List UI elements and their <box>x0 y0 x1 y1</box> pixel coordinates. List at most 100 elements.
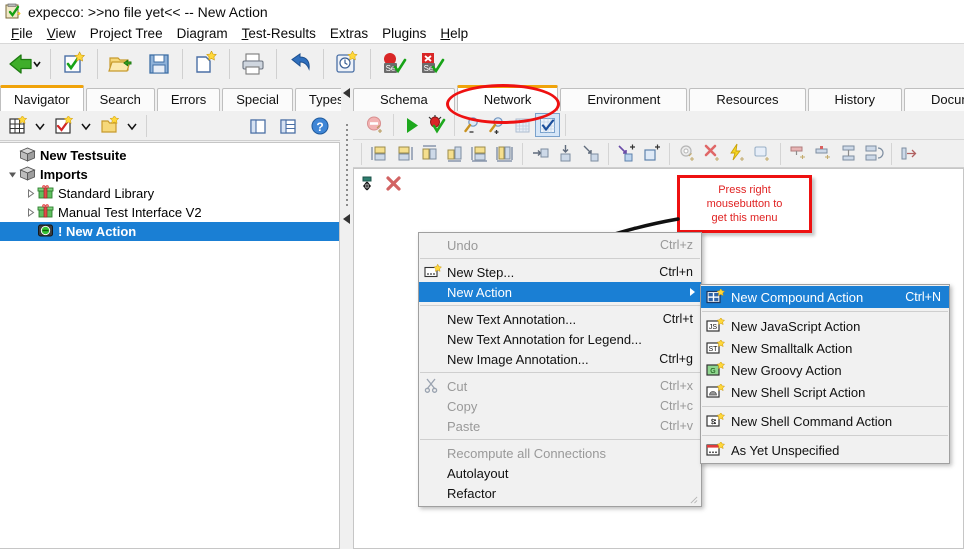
new-testsuite-icon[interactable] <box>6 114 32 138</box>
tab-errors[interactable]: Errors <box>157 88 220 111</box>
menu-item-paste[interactable]: Paste Ctrl+v <box>419 416 701 436</box>
new-testcase-dropdown-icon[interactable] <box>78 114 94 138</box>
menu-item-cut[interactable]: Cut Ctrl+x <box>419 376 701 396</box>
menu-bar[interactable]: File View Project Tree Diagram Test-Resu… <box>0 23 964 43</box>
exit-pin-icon[interactable] <box>897 142 922 166</box>
navigator-tab-strip[interactable]: Navigator Search Errors Special Types <box>0 84 340 111</box>
menu-item-new-shell-command-action[interactable]: $ New Shell Command Action <box>701 410 949 432</box>
stop-disabled-icon[interactable] <box>363 113 388 137</box>
splitter-grip[interactable] <box>346 124 348 209</box>
menu-item-new-image-annotation[interactable]: New Image Annotation... Ctrl+g <box>419 349 701 369</box>
menu-file[interactable]: File <box>4 26 40 41</box>
menu-item-new-text-annotation-legend[interactable]: New Text Annotation for Legend... <box>419 329 701 349</box>
align-top-icon[interactable] <box>367 142 392 166</box>
menu-test-results[interactable]: Test-Results <box>235 26 323 41</box>
window-add-icon[interactable] <box>750 142 775 166</box>
panel-layout-icon[interactable] <box>246 114 270 138</box>
tree-expander-down-icon[interactable] <box>5 165 19 184</box>
menu-plugins[interactable]: Plugins <box>375 26 433 41</box>
grid-disabled-icon[interactable] <box>510 113 535 137</box>
tree-item-manual-test-interface[interactable]: Manual Test Interface V2 <box>0 203 339 222</box>
delete-add-icon[interactable] <box>700 142 725 166</box>
menu-help[interactable]: Help <box>433 26 475 41</box>
tab-history[interactable]: History <box>808 88 902 111</box>
back-arrow-icon[interactable] <box>0 47 46 81</box>
align-right-icon[interactable] <box>442 142 467 166</box>
tree-item-new-testsuite[interactable]: New Testsuite <box>0 146 339 165</box>
tab-navigator[interactable]: Navigator <box>0 85 84 111</box>
zoom-in-icon[interactable] <box>485 113 510 137</box>
new-testsuite-dropdown-icon[interactable] <box>32 114 48 138</box>
tree-expander[interactable] <box>5 146 19 165</box>
selenium-stop-icon[interactable]: Se <box>413 47 451 81</box>
menu-diagram[interactable]: Diagram <box>170 26 235 41</box>
tree-expander-right-icon[interactable] <box>23 203 37 222</box>
grid-check-icon[interactable] <box>535 113 560 137</box>
menu-item-as-yet-unspecified[interactable]: As Yet Unspecified <box>701 439 949 461</box>
new-folder-dropdown-icon[interactable] <box>124 114 140 138</box>
menu-item-new-step[interactable]: New Step... Ctrl+n <box>419 262 701 282</box>
move-corner-icon[interactable] <box>578 142 603 166</box>
help-icon[interactable]: ? <box>308 114 332 138</box>
move-in-icon[interactable] <box>528 142 553 166</box>
tab-environment[interactable]: Environment <box>560 88 687 111</box>
tab-network[interactable]: Network <box>457 85 559 111</box>
menu-item-refactor[interactable]: Refactor <box>419 483 701 503</box>
new-testcase-icon[interactable] <box>52 114 78 138</box>
select-node-icon[interactable] <box>361 175 378 195</box>
align-center-h-icon[interactable] <box>492 142 517 166</box>
new-folder-icon[interactable] <box>98 114 124 138</box>
open-folder-icon[interactable] <box>102 47 140 81</box>
menu-item-new-action[interactable]: New Action <box>419 282 701 302</box>
tab-schema[interactable]: Schema <box>353 88 455 111</box>
menu-item-new-smalltalk-action[interactable]: ST New Smalltalk Action <box>701 337 949 359</box>
inspect-icon[interactable] <box>328 47 366 81</box>
splitter-collapse-arrow-bottom-icon[interactable] <box>343 214 350 224</box>
new-item-icon[interactable] <box>187 47 225 81</box>
menu-item-undo[interactable]: Undo Ctrl+z <box>419 235 701 255</box>
flash-add-icon[interactable] <box>725 142 750 166</box>
menu-item-new-shell-script-action[interactable]: New Shell Script Action <box>701 381 949 403</box>
tab-resources[interactable]: Resources <box>689 88 805 111</box>
menu-extras[interactable]: Extras <box>323 26 375 41</box>
menu-project-tree[interactable]: Project Tree <box>83 26 170 41</box>
add-node-icon[interactable] <box>639 142 664 166</box>
move-down-icon[interactable] <box>553 142 578 166</box>
splitter-collapse-arrow-top-icon[interactable] <box>343 88 350 98</box>
menu-item-autolayout[interactable]: Autolayout <box>419 463 701 483</box>
panel-split-icon[interactable] <box>276 114 300 138</box>
menu-item-recompute-connections[interactable]: Recompute all Connections <box>419 443 701 463</box>
tree-item-new-action[interactable]: ! New Action <box>0 222 339 241</box>
pin-align-icon[interactable] <box>836 142 861 166</box>
editor-tab-strip[interactable]: Schema Network Environment Resources His… <box>353 84 964 111</box>
pin-rotate-icon[interactable] <box>861 142 886 166</box>
tree-item-standard-library[interactable]: Standard Library <box>0 184 339 203</box>
menu-item-new-javascript-action[interactable]: JS New JavaScript Action <box>701 315 949 337</box>
new-testsuite-icon[interactable] <box>55 47 93 81</box>
undo-icon[interactable] <box>281 47 319 81</box>
menu-item-new-groovy-action[interactable]: G New Groovy Action <box>701 359 949 381</box>
tree-expander[interactable] <box>23 222 37 241</box>
input-pin-add-icon[interactable] <box>786 142 811 166</box>
menu-resize-grip[interactable] <box>690 496 698 504</box>
menu-item-new-text-annotation[interactable]: New Text Annotation... Ctrl+t <box>419 309 701 329</box>
tab-special[interactable]: Special <box>222 88 293 111</box>
menu-view[interactable]: View <box>40 26 83 41</box>
new-action-submenu[interactable]: New Compound Action Ctrl+N JS New JavaSc… <box>700 284 950 464</box>
menu-item-new-compound-action[interactable]: New Compound Action Ctrl+N <box>701 286 949 308</box>
run-green-icon[interactable] <box>399 113 424 137</box>
align-center-v-icon[interactable] <box>467 142 492 166</box>
gear-add-icon[interactable] <box>675 142 700 166</box>
tab-search[interactable]: Search <box>86 88 155 111</box>
menu-item-copy[interactable]: Copy Ctrl+c <box>419 396 701 416</box>
tree-item-imports[interactable]: Imports <box>0 165 339 184</box>
align-left-icon[interactable] <box>417 142 442 166</box>
diagram-context-menu[interactable]: Undo Ctrl+z New Step... Ctrl+n New Actio… <box>418 232 702 507</box>
project-tree[interactable]: New Testsuite Imports <box>0 142 340 549</box>
panel-splitter[interactable] <box>341 84 353 549</box>
add-connection-icon[interactable] <box>614 142 639 166</box>
selenium-record-icon[interactable]: Se <box>375 47 413 81</box>
align-bottom-icon[interactable] <box>392 142 417 166</box>
tab-documentation[interactable]: Documentation <box>904 88 964 111</box>
tree-expander-right-icon[interactable] <box>23 184 37 203</box>
